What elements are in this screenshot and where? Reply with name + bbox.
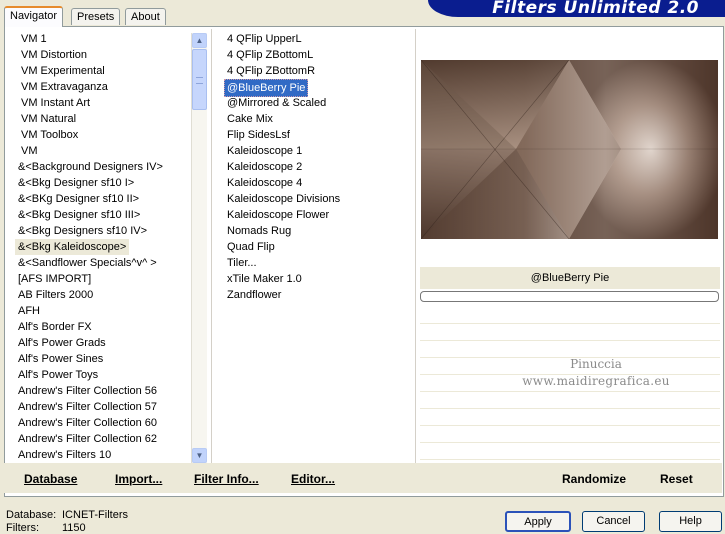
scroll-down-arrow-icon[interactable]: ▼ bbox=[192, 448, 207, 463]
tab-about[interactable]: About bbox=[125, 8, 166, 25]
category-scrollbar[interactable]: ▲ ▼ bbox=[191, 33, 207, 463]
parameter-row bbox=[420, 443, 720, 460]
filter-list[interactable]: 4 QFlip UpperL 4 QFlip ZBottomL 4 QFlip ZB… bbox=[224, 31, 414, 463]
navigator-panel: VM 1 VM Distortion VM Experimental VM Extra… bbox=[4, 26, 724, 497]
status-database-value: ICNET-Filters bbox=[62, 509, 128, 521]
status-filters-value: 1150 bbox=[62, 522, 86, 534]
category-item[interactable]: &<Background Designers IV> bbox=[15, 159, 187, 175]
scroll-up-arrow-icon[interactable]: ▲ bbox=[192, 33, 207, 48]
category-list[interactable]: VM 1 VM Distortion VM Experimental VM Extra… bbox=[15, 31, 187, 463]
category-item[interactable]: AB Filters 2000 bbox=[15, 287, 187, 303]
category-item[interactable]: VM 1 bbox=[15, 31, 187, 47]
filter-item[interactable]: Cake Mix bbox=[224, 111, 414, 127]
watermark-name: Pinuccia bbox=[570, 357, 622, 371]
category-item[interactable]: Andrew's Filter Collection 60 bbox=[15, 415, 187, 431]
status-database-label: Database: bbox=[6, 509, 57, 521]
category-item[interactable]: Andrew's Filter Collection 62 bbox=[15, 431, 187, 447]
filter-item[interactable]: Nomads Rug bbox=[224, 223, 414, 239]
preview-kaleidoscope-graphic bbox=[421, 60, 718, 239]
filter-item[interactable]: Quad Flip bbox=[224, 239, 414, 255]
category-item[interactable]: VM Distortion bbox=[15, 47, 187, 63]
filter-item[interactable]: @Mirrored & Scaled bbox=[224, 95, 414, 111]
grip-icon bbox=[196, 77, 203, 84]
filter-item[interactable]: Kaleidoscope Flower bbox=[224, 207, 414, 223]
filter-item[interactable]: 4 QFlip ZBottomR bbox=[224, 63, 414, 79]
database-button[interactable]: Database bbox=[24, 472, 77, 486]
help-button[interactable]: Help bbox=[659, 511, 722, 532]
category-item[interactable]: VM Extravaganza bbox=[15, 79, 187, 95]
category-item[interactable]: Alf's Power Toys bbox=[15, 367, 187, 383]
status-filters-label: Filters: bbox=[6, 522, 39, 534]
category-item[interactable]: AFH bbox=[15, 303, 187, 319]
category-item[interactable]: VM Instant Art bbox=[15, 95, 187, 111]
parameter-row bbox=[420, 392, 720, 409]
apply-button[interactable]: Apply bbox=[505, 511, 571, 532]
category-item[interactable]: &<Sandflower Specials^v^ > bbox=[15, 255, 187, 271]
category-item[interactable]: Alf's Power Grads bbox=[15, 335, 187, 351]
category-item[interactable]: Andrew's Filter Collection 57 bbox=[15, 399, 187, 415]
filter-item[interactable]: Zandflower bbox=[224, 287, 414, 303]
parameter-row bbox=[420, 426, 720, 443]
category-item[interactable]: Andrew's Filters 10 bbox=[15, 447, 187, 463]
parameter-row bbox=[420, 341, 720, 358]
filter-item[interactable]: 4 QFlip ZBottomL bbox=[224, 47, 414, 63]
filter-item[interactable]: Kaleidoscope Divisions bbox=[224, 191, 414, 207]
tab-presets[interactable]: Presets bbox=[71, 8, 121, 25]
parameter-row bbox=[420, 307, 720, 324]
watermark-url: www.maidiregrafica.eu bbox=[522, 374, 670, 388]
filter-item[interactable]: Tiler... bbox=[224, 255, 414, 271]
reset-button[interactable]: Reset bbox=[660, 472, 693, 486]
selected-filter-name: @BlueBerry Pie bbox=[420, 267, 720, 289]
filter-item[interactable]: xTile Maker 1.0 bbox=[224, 271, 414, 287]
filter-info-button[interactable]: Filter Info... bbox=[194, 472, 259, 486]
category-item[interactable]: &<Bkg Designers sf10 IV> bbox=[15, 223, 187, 239]
filter-item[interactable]: Kaleidoscope 4 bbox=[224, 175, 414, 191]
category-item[interactable]: &<Bkg Designer sf10 III> bbox=[15, 207, 187, 223]
category-item[interactable]: Alf's Border FX bbox=[15, 319, 187, 335]
watermark: Pinuccia www.maidiregrafica.eu bbox=[496, 357, 696, 388]
randomize-button[interactable]: Randomize bbox=[562, 472, 626, 486]
cancel-button[interactable]: Cancel bbox=[582, 511, 645, 532]
category-item[interactable]: Andrew's Filter Collection 56 bbox=[15, 383, 187, 399]
category-item[interactable]: VM Experimental bbox=[15, 63, 187, 79]
scroll-thumb[interactable] bbox=[192, 49, 207, 110]
category-item[interactable]: [AFS IMPORT] bbox=[15, 271, 187, 287]
category-item[interactable]: &<Bkg Kaleidoscope> bbox=[15, 239, 130, 255]
filter-item[interactable]: Kaleidoscope 1 bbox=[224, 143, 414, 159]
category-item[interactable]: Alf's Power Sines bbox=[15, 351, 187, 367]
import-button[interactable]: Import... bbox=[115, 472, 162, 486]
filter-item[interactable]: Kaleidoscope 2 bbox=[224, 159, 414, 175]
divider bbox=[415, 29, 416, 463]
category-item[interactable]: VM Natural bbox=[15, 111, 187, 127]
editor-button[interactable]: Editor... bbox=[291, 472, 335, 486]
filter-preview-image bbox=[421, 60, 718, 239]
filter-item[interactable]: 4 QFlip UpperL bbox=[224, 31, 414, 47]
tab-navigator[interactable]: Navigator bbox=[4, 6, 64, 27]
filter-progress-slot bbox=[420, 291, 719, 302]
parameter-row bbox=[420, 409, 720, 426]
divider bbox=[211, 29, 212, 463]
status-filters: Filters: 1150 bbox=[6, 522, 86, 534]
category-item[interactable]: &<Bkg Designer sf10 I> bbox=[15, 175, 187, 191]
filter-item[interactable]: Flip SidesLsf bbox=[224, 127, 414, 143]
brand-title: Filters Unlimited 2.0 bbox=[492, 0, 699, 18]
brand-banner: Filters Unlimited 2.0 bbox=[428, 0, 725, 18]
category-item[interactable]: VM bbox=[15, 143, 187, 159]
parameter-row bbox=[420, 324, 720, 341]
status-database: Database: ICNET-Filters bbox=[6, 509, 128, 521]
action-bar: Database Import... Filter Info... Editor… bbox=[4, 463, 722, 493]
category-item[interactable]: VM Toolbox bbox=[15, 127, 187, 143]
preview-area: @BlueBerry Pie Pinuccia www.maidiregrafi… bbox=[417, 27, 723, 496]
category-item[interactable]: &<BKg Designer sf10 II> bbox=[15, 191, 187, 207]
